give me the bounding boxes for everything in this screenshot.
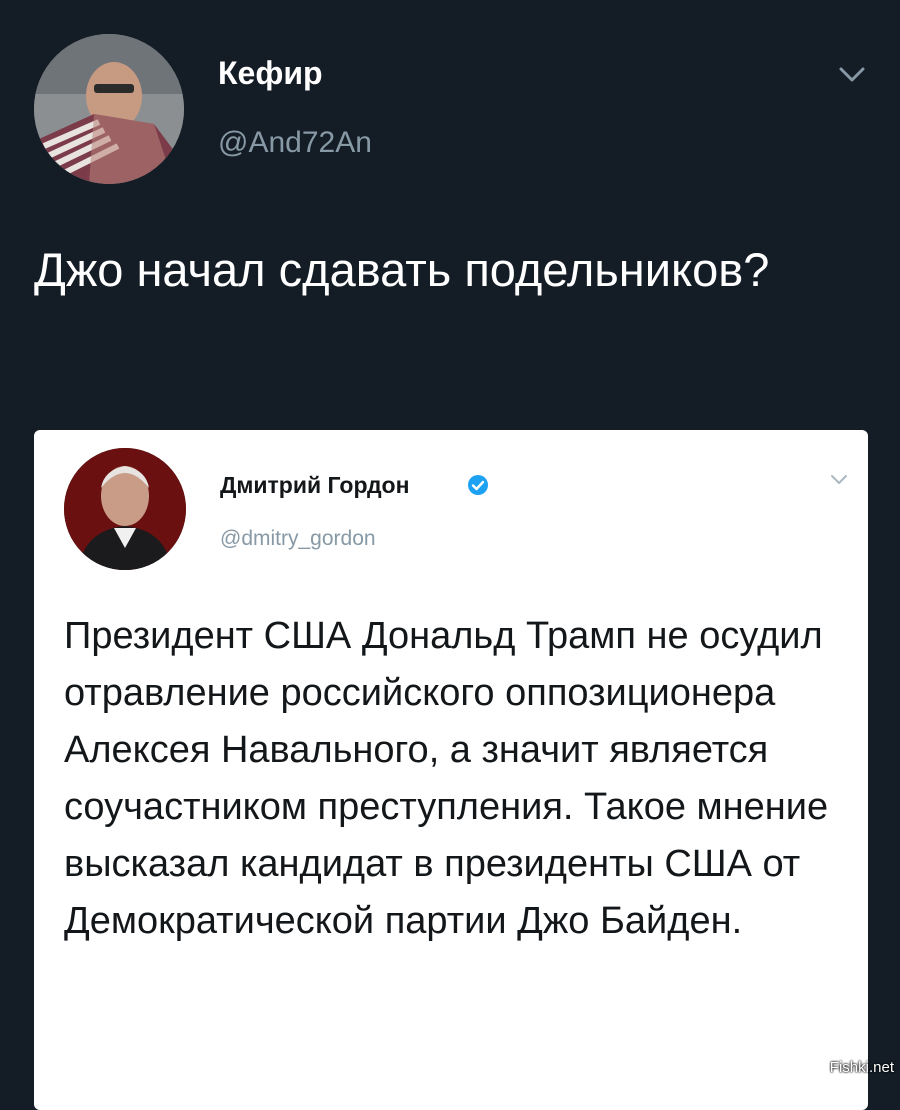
verified-badge-icon [468,475,488,495]
quoted-tweet-card[interactable]: Дмитрий Гордон @dmitry_gordon Президент … [34,430,868,1110]
author-avatar[interactable] [34,34,184,184]
tweet: Кефир @And72An Джо начал сдавать подельн… [0,0,900,1110]
quoted-author-handle[interactable]: @dmitry_gordon [220,527,376,551]
author-name[interactable]: Кефир [218,55,323,92]
quoted-author-avatar[interactable] [64,448,186,570]
quoted-author-name[interactable]: Дмитрий Гордон [220,472,409,499]
watermark: Fishki.net [829,1059,894,1076]
chevron-down-icon[interactable] [838,66,866,84]
chevron-down-icon[interactable] [830,474,848,486]
quoted-tweet-text: Президент США Дональд Трамп не осудил от… [64,615,829,942]
tweet-text: Джо начал сдавать подельников? [34,243,770,296]
author-handle[interactable]: @And72An [218,126,372,160]
